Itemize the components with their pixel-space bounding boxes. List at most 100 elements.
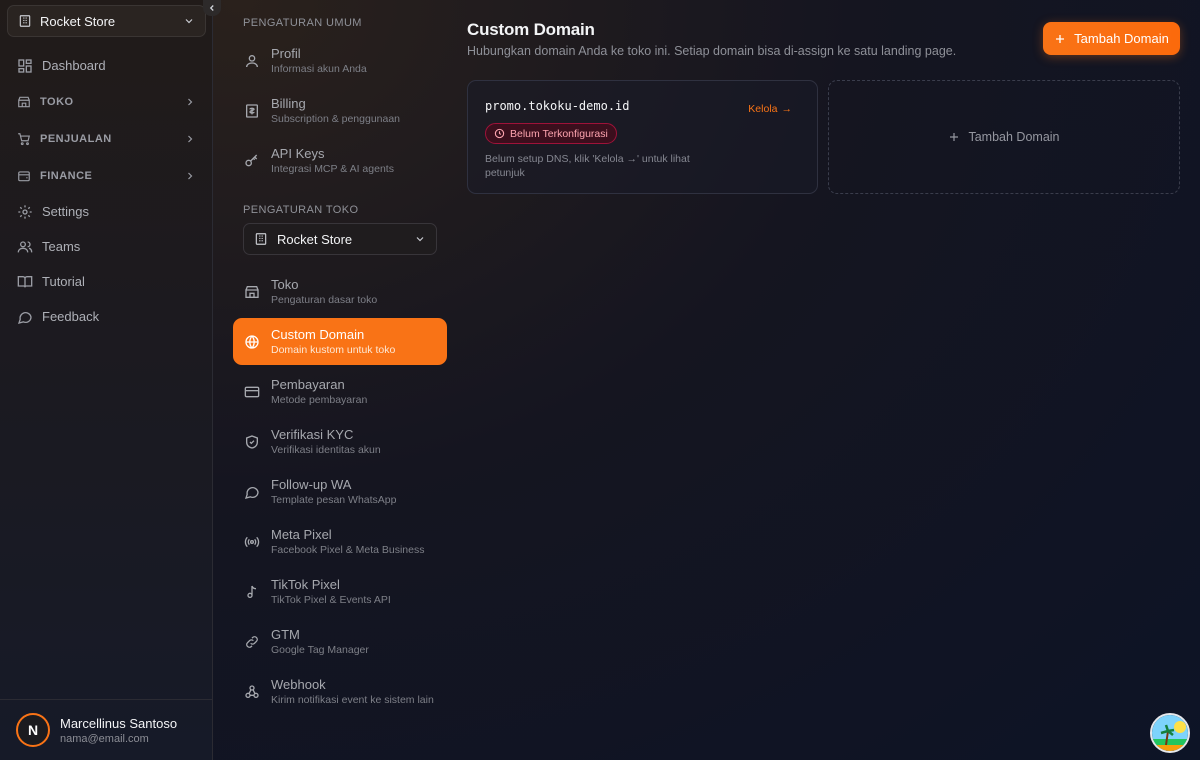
building-icon [254, 232, 268, 246]
settings-item-title: GTM [271, 627, 300, 642]
add-domain-card-label: Tambah Domain [968, 130, 1060, 144]
chat-icon [244, 484, 260, 500]
settings-item-subtitle: Integrasi MCP & AI agents [271, 163, 394, 175]
chevron-left-icon [207, 3, 217, 13]
sidebar-item-settings[interactable]: Settings [0, 194, 213, 229]
status-badge: Belum Terkonfigurasi [485, 123, 617, 144]
book-icon [17, 274, 33, 290]
sidebar-item-feedback[interactable]: Feedback [0, 299, 213, 334]
settings-item-webhook[interactable]: Webhook Kirim notifikasi event ke sistem … [233, 668, 447, 715]
user-profile: N Marcellinus Santoso nama@email.com [0, 699, 213, 760]
plus-icon [1054, 33, 1066, 45]
store-select[interactable]: Rocket Store [243, 223, 437, 255]
sidebar-item-teams[interactable]: Teams [0, 229, 213, 264]
store-icon [244, 284, 260, 300]
settings-item-title: Pembayaran [271, 377, 345, 392]
sidebar-item-label: FINANCE [40, 169, 93, 182]
status-badge-label: Belum Terkonfigurasi [510, 127, 608, 140]
user-email: nama@email.com [60, 732, 149, 745]
music-note-icon [244, 584, 260, 600]
chevron-down-icon [183, 15, 195, 27]
page-subtitle: Hubungkan domain Anda ke toko ini. Setia… [467, 44, 957, 58]
settings-item-subtitle: Facebook Pixel & Meta Business [271, 544, 425, 556]
store-switcher-label: Rocket Store [40, 13, 116, 29]
link-icon [244, 634, 260, 650]
chevron-right-icon [184, 96, 196, 108]
domain-card: promo.tokoku-demo.id Kelola → Belum Terk… [467, 80, 818, 194]
settings-item-subtitle: Template pesan WhatsApp [271, 494, 397, 506]
credit-card-icon [244, 384, 260, 400]
settings-item-title: Follow-up WA [271, 477, 352, 492]
domain-name: promo.tokoku-demo.id [485, 99, 630, 113]
globe-icon [244, 334, 260, 350]
sidebar-group-toko[interactable]: TOKO [0, 83, 213, 120]
store-select-value: Rocket Store [277, 231, 353, 247]
arrow-right-icon: → [781, 103, 793, 115]
add-domain-card[interactable]: Tambah Domain [828, 80, 1180, 194]
settings-item-api-keys[interactable]: API Keys Integrasi MCP & AI agents [233, 137, 447, 184]
user-name: Marcellinus Santoso [60, 715, 178, 731]
sidebar-item-label: Settings [42, 204, 89, 219]
settings-item-meta-pixel[interactable]: Meta Pixel Facebook Pixel & Meta Business [233, 518, 447, 565]
broadcast-icon [244, 534, 260, 550]
sidebar-item-label: Teams [42, 239, 81, 254]
settings-item-billing[interactable]: Billing Subscription & penggunaan [233, 87, 447, 134]
plus-icon [948, 131, 960, 143]
webhook-icon [244, 684, 260, 700]
dashboard-icon [17, 58, 33, 74]
settings-item-kyc[interactable]: Verifikasi KYC Verifikasi identitas akun [233, 418, 447, 465]
settings-item-subtitle: Metode pembayaran [271, 394, 368, 406]
page-title: Custom Domain [467, 20, 595, 39]
building-icon [18, 14, 32, 28]
settings-item-pembayaran[interactable]: Pembayaran Metode pembayaran [233, 368, 447, 415]
settings-item-tiktok-pixel[interactable]: TikTok Pixel TikTok Pixel & Events API [233, 568, 447, 615]
avatar[interactable]: N [16, 713, 50, 747]
key-icon [244, 153, 260, 169]
wallet-icon [17, 169, 31, 183]
settings-item-subtitle: Subscription & penggunaan [271, 113, 401, 125]
settings-item-title: Verifikasi KYC [271, 427, 354, 442]
receipt-icon [244, 103, 260, 119]
settings-item-title: Webhook [271, 677, 326, 692]
chevron-down-icon [414, 233, 426, 245]
settings-item-subtitle: TikTok Pixel & Events API [271, 594, 391, 606]
add-domain-label: Tambah Domain [1074, 31, 1169, 46]
add-domain-button[interactable]: Tambah Domain [1043, 22, 1180, 55]
settings-item-subtitle: Verifikasi identitas akun [271, 444, 381, 456]
settings-item-title: Toko [271, 277, 299, 292]
settings-item-subtitle: Google Tag Manager [271, 644, 369, 656]
store-icon [17, 95, 31, 109]
settings-item-title: Profil [271, 46, 301, 61]
beach-icon [1152, 715, 1188, 751]
settings-item-subtitle: Domain kustom untuk toko [271, 344, 396, 356]
section-label-general: PENGATURAN UMUM [243, 17, 362, 29]
sidebar-nav: Dashboard TOKO PENJUALAN FINANCE Setting… [0, 48, 213, 334]
settings-item-toko[interactable]: Toko Pengaturan dasar toko [233, 268, 447, 315]
manage-domain-link[interactable]: Kelola → [748, 103, 792, 115]
manage-label: Kelola [748, 103, 778, 115]
settings-item-profil[interactable]: Profil Informasi akun Anda [233, 37, 447, 84]
settings-item-title: API Keys [271, 146, 325, 161]
sidebar-group-finance[interactable]: FINANCE [0, 157, 213, 194]
settings-item-title: TikTok Pixel [271, 577, 340, 592]
settings-item-gtm[interactable]: GTM Google Tag Manager [233, 618, 447, 665]
sidebar-item-dashboard[interactable]: Dashboard [0, 48, 213, 83]
settings-item-custom-domain[interactable]: Custom Domain Domain kustom untuk toko [233, 318, 447, 365]
shield-check-icon [244, 434, 260, 450]
sidebar-group-penjualan[interactable]: PENJUALAN [0, 120, 213, 157]
sidebar-item-label: Tutorial [42, 274, 85, 289]
settings-item-title: Billing [271, 96, 306, 111]
sidebar-item-tutorial[interactable]: Tutorial [0, 264, 213, 299]
assistant-avatar-button[interactable] [1150, 713, 1190, 753]
sidebar-item-label: Feedback [42, 309, 100, 324]
clock-icon [494, 128, 505, 139]
store-switcher[interactable]: Rocket Store [7, 5, 206, 37]
gear-icon [17, 204, 33, 220]
chat-icon [17, 309, 33, 325]
collapse-sidebar-button[interactable] [203, 0, 221, 16]
settings-item-follow-up-wa[interactable]: Follow-up WA Template pesan WhatsApp [233, 468, 447, 515]
sidebar-item-label: PENJUALAN [40, 132, 112, 145]
cart-icon [17, 132, 31, 146]
section-label-store: PENGATURAN TOKO [243, 204, 359, 216]
users-icon [17, 239, 33, 255]
